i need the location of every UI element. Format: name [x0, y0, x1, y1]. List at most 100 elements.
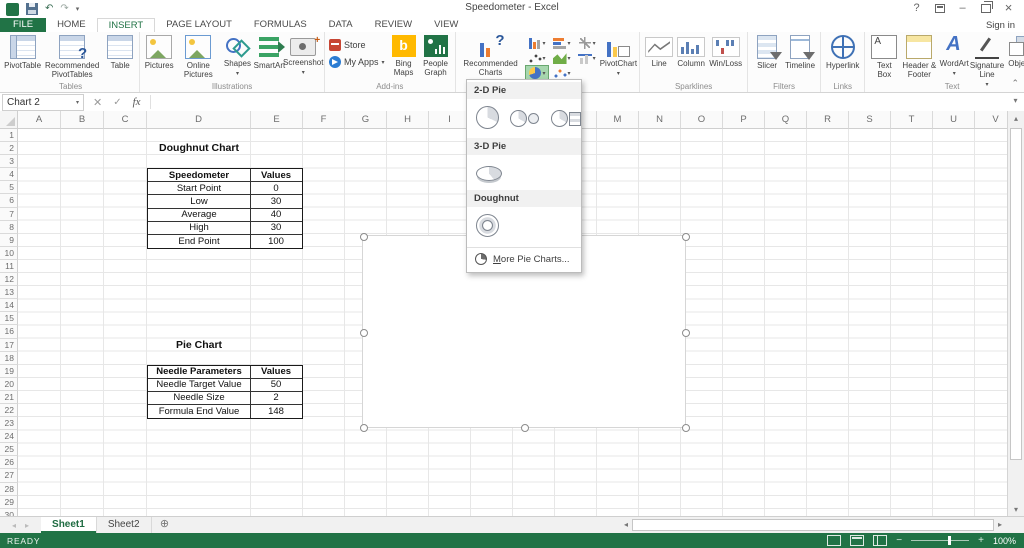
column-header-i[interactable]: I — [429, 111, 471, 129]
new-sheet-icon[interactable]: ⊕ — [152, 517, 178, 533]
vertical-scrollbar[interactable]: ▴ ▾ — [1007, 111, 1024, 517]
scroll-left-icon[interactable]: ◂ — [620, 519, 632, 531]
row-header-11[interactable]: 11 — [0, 259, 18, 274]
radar-chart-button[interactable]: ▾ — [576, 36, 598, 50]
zoom-in-icon[interactable]: + — [978, 535, 984, 546]
my-apps-button[interactable]: My Apps ▾ — [329, 56, 385, 68]
screenshot-button[interactable]: Screenshot▾ — [283, 33, 323, 77]
sheet-tab-sheet2[interactable]: Sheet2 — [96, 517, 152, 533]
row-header-9[interactable]: 9 — [0, 233, 18, 247]
column-header-m[interactable]: M — [597, 111, 639, 129]
selection-handle[interactable] — [682, 233, 690, 241]
column-button[interactable]: Column — [675, 33, 707, 68]
shapes-button[interactable]: Shapes ▾ — [221, 33, 253, 78]
tab-insert[interactable]: INSERT — [96, 18, 156, 32]
next-sheet-icon[interactable]: ▸ — [25, 521, 29, 530]
pie-3d-menu-item[interactable] — [475, 161, 503, 182]
row-header-2[interactable]: 2 — [0, 142, 18, 156]
prev-sheet-icon[interactable]: ◂ — [12, 521, 16, 530]
pie-chart-button[interactable]: ▾ — [524, 65, 549, 81]
column-header-p[interactable]: P — [723, 111, 765, 129]
row-header-6[interactable]: 6 — [0, 194, 18, 208]
row-header-16[interactable]: 16 — [0, 325, 18, 339]
tab-page-layout[interactable]: PAGE LAYOUT — [155, 18, 243, 32]
row-header-13[interactable]: 13 — [0, 286, 18, 300]
tab-home[interactable]: HOME — [46, 18, 97, 32]
zoom-slider[interactable] — [911, 536, 970, 545]
row-header-10[interactable]: 10 — [0, 246, 18, 260]
slicer-button[interactable]: Slicer — [751, 33, 783, 70]
selection-handle[interactable] — [360, 233, 368, 241]
row-header-3[interactable]: 3 — [0, 155, 18, 169]
name-box-dropdown-icon[interactable]: ▾ — [76, 99, 79, 106]
column-header-a[interactable]: A — [18, 111, 61, 129]
sheet-tab-sheet1[interactable]: Sheet1 — [41, 517, 97, 533]
recommended-pivottables-button[interactable]: Recommended PivotTables — [40, 33, 104, 79]
column-header-h[interactable]: H — [387, 111, 429, 129]
wordart-button[interactable]: WordArt▾ — [938, 33, 970, 78]
more-pie-charts-item[interactable]: More Pie Charts... — [467, 247, 581, 270]
column-chart-button[interactable]: ▾ — [526, 36, 548, 50]
column-header-t[interactable]: T — [891, 111, 933, 129]
column-header-r[interactable]: R — [807, 111, 849, 129]
horizontal-scroll-thumb[interactable] — [632, 519, 994, 531]
row-header-1[interactable]: 1 — [0, 129, 18, 143]
row-header-22[interactable]: 22 — [0, 403, 18, 418]
column-header-g[interactable]: G — [345, 111, 387, 129]
timeline-button[interactable]: Timeline — [783, 33, 817, 70]
people-graph-button[interactable]: People Graph — [420, 33, 452, 77]
sign-in-link[interactable]: Sign in — [986, 20, 1015, 31]
select-all-corner[interactable] — [0, 111, 18, 129]
win-loss-button[interactable]: Win/Loss — [707, 33, 744, 68]
row-header-17[interactable]: 17 — [0, 338, 18, 352]
row-header-8[interactable]: 8 — [0, 220, 18, 234]
recommended-charts-button[interactable]: Recommended Charts — [459, 32, 523, 77]
collapse-ribbon-icon[interactable]: ⌃ — [1011, 78, 1019, 89]
row-header-28[interactable]: 28 — [0, 482, 18, 496]
scroll-right-icon[interactable]: ▸ — [994, 519, 1006, 531]
combo-chart-button[interactable]: ▾ — [576, 51, 598, 65]
pie-menu-item[interactable] — [475, 105, 500, 130]
row-header-12[interactable]: 12 — [0, 273, 18, 287]
row-header-18[interactable]: 18 — [0, 351, 18, 365]
row-header-14[interactable]: 14 — [0, 299, 18, 313]
doughnut-menu-item[interactable] — [475, 213, 500, 238]
tab-formulas[interactable]: FORMULAS — [243, 18, 318, 32]
scroll-down-icon[interactable]: ▾ — [1008, 502, 1024, 517]
row-header-4[interactable]: 4 — [0, 168, 18, 182]
header-footer-button[interactable]: Header & Footer — [900, 33, 938, 79]
row-header-15[interactable]: 15 — [0, 312, 18, 326]
tab-data[interactable]: DATA — [318, 18, 364, 32]
tab-file[interactable]: FILE — [0, 18, 47, 32]
minimize-icon[interactable] — [951, 0, 974, 17]
cancel-icon[interactable]: ✕ — [93, 96, 102, 109]
pie-of-pie-menu-item[interactable] — [509, 105, 541, 130]
selection-handle[interactable] — [682, 328, 690, 337]
scatter-chart-button[interactable]: ▾ — [551, 66, 573, 80]
page-break-view-icon[interactable] — [873, 535, 888, 546]
page-layout-view-icon[interactable] — [850, 535, 865, 546]
text-box-button[interactable]: Text Box — [868, 33, 900, 79]
vertical-scroll-thumb[interactable] — [1010, 128, 1022, 460]
column-header-c[interactable]: C — [104, 111, 147, 129]
row-header-26[interactable]: 26 — [0, 456, 18, 470]
selection-handle[interactable] — [521, 424, 529, 432]
hyperlink-button[interactable]: Hyperlink — [824, 33, 861, 70]
restore-icon[interactable] — [974, 0, 997, 17]
column-header-e[interactable]: E — [251, 111, 303, 129]
row-header-23[interactable]: 23 — [0, 417, 18, 431]
name-box[interactable]: Chart 2 ▾ — [2, 93, 84, 111]
signature-line-button[interactable]: Signature Line ▾ — [970, 33, 1004, 89]
bing-maps-button[interactable]: Bing Maps — [388, 33, 420, 77]
selection-handle[interactable] — [360, 328, 368, 337]
row-header-5[interactable]: 5 — [0, 181, 18, 195]
zoom-slider-thumb[interactable] — [948, 536, 952, 545]
selection-handle[interactable] — [360, 424, 368, 432]
smartart-button[interactable]: SmartArt — [253, 33, 286, 70]
normal-view-icon[interactable] — [827, 535, 842, 546]
bar-chart-button[interactable]: ▾ — [551, 36, 573, 50]
insert-function-icon[interactable]: fx — [133, 96, 141, 108]
stock-chart-button[interactable]: ▾ — [526, 51, 548, 65]
online-pictures-button[interactable]: Online Pictures — [175, 33, 221, 79]
help-icon[interactable] — [905, 0, 928, 17]
